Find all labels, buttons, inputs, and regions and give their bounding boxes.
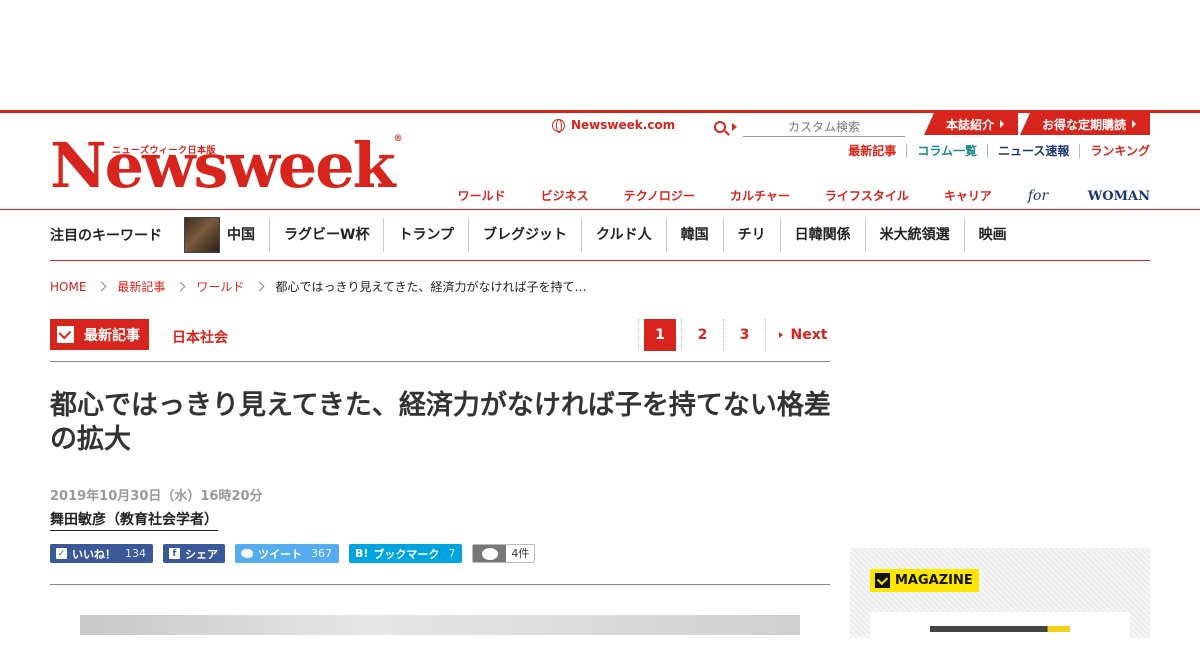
article-hero-image xyxy=(80,615,800,635)
magazine-card[interactable] xyxy=(870,612,1130,652)
keyword-item[interactable]: 日韓関係 xyxy=(781,218,866,252)
check-icon xyxy=(875,573,890,588)
nav-item-business[interactable]: ビジネス xyxy=(541,187,589,204)
tab-subscription[interactable]: お得な定期購読 xyxy=(1019,113,1150,135)
twitter-bird-icon xyxy=(241,549,253,558)
sidebar-magazine: MAGAZINE xyxy=(850,548,1150,652)
next-page-button[interactable]: Next xyxy=(765,319,830,351)
keyword-item[interactable]: チリ xyxy=(724,218,781,252)
facebook-share-label: シェア xyxy=(185,547,218,561)
breadcrumb-world[interactable]: ワールド xyxy=(196,278,244,295)
facebook-like-count: 134 xyxy=(125,547,146,560)
comment-bubble-icon xyxy=(473,545,507,562)
tab-subscription-label: お得な定期購読 xyxy=(1041,117,1126,132)
comments-button[interactable]: 4件 xyxy=(472,544,536,563)
page-3-button[interactable]: 3 xyxy=(723,319,765,351)
page-2-button[interactable]: 2 xyxy=(681,319,723,351)
latest-articles-label: 最新記事 xyxy=(84,327,140,344)
chevron-right-icon xyxy=(175,281,186,292)
arrow-right-icon xyxy=(732,123,737,131)
article-header-rule xyxy=(50,584,830,585)
logo-wordmark: Newsweek xyxy=(50,129,396,202)
logo-kana: ニューズウィーク日本版 xyxy=(112,146,217,156)
tab-magazine-intro[interactable]: 本誌紹介 xyxy=(923,113,1018,135)
newsweek-com-link[interactable]: Newsweek.com xyxy=(552,118,676,133)
keyword-item[interactable]: トランプ xyxy=(384,218,470,252)
keyword-item[interactable]: ブレグジット xyxy=(469,218,583,252)
pagination: 1 2 3 Next xyxy=(638,319,830,351)
util-link-latest[interactable]: 最新記事 xyxy=(838,144,906,158)
breadcrumb: HOME 最新記事 ワールド 都心ではっきり見えてきた、経済力がなければ子を持て… xyxy=(50,278,1150,295)
search-icon[interactable] xyxy=(714,121,726,133)
hatena-bookmark-icon: B! xyxy=(355,547,369,560)
keyword-item[interactable]: 米大統領選 xyxy=(866,218,965,252)
breadcrumb-home[interactable]: HOME xyxy=(50,280,86,294)
keyword-item[interactable]: クルド人 xyxy=(582,218,667,252)
tweet-count: 367 xyxy=(311,547,332,560)
section-bar: 最新記事 日本社会 1 2 3 Next xyxy=(50,318,830,362)
main-nav: ワールド ビジネス テクノロジー カルチャー ライフスタイル キャリア for … xyxy=(423,187,1150,204)
nav-item-lifestyle[interactable]: ライフスタイル xyxy=(825,187,909,204)
keyword-thumbnail[interactable] xyxy=(184,217,220,253)
facebook-like-button[interactable]: ✓ いいね！ 134 xyxy=(50,544,153,563)
nav-item-career[interactable]: キャリア xyxy=(944,187,992,204)
arrow-right-icon xyxy=(1132,120,1136,128)
breadcrumb-latest[interactable]: 最新記事 xyxy=(117,278,165,295)
latest-articles-badge[interactable]: 最新記事 xyxy=(50,319,149,350)
facebook-like-label: いいね！ xyxy=(72,547,116,561)
tweet-label: ツイート xyxy=(258,547,302,561)
util-link-news-flash[interactable]: ニュース速報 xyxy=(986,144,1079,158)
chevron-right-icon xyxy=(254,281,265,292)
globe-icon xyxy=(552,118,565,133)
search-input[interactable] xyxy=(743,117,905,137)
ad-space xyxy=(0,0,1200,110)
logo-registered-mark: ® xyxy=(393,134,403,144)
article-title: 都心ではっきり見えてきた、経済力がなければ子を持てない格差の拡大 xyxy=(50,390,831,455)
facebook-share-button[interactable]: f シェア xyxy=(163,544,225,563)
thumbs-up-icon: ✓ xyxy=(56,548,67,559)
tab-magazine-intro-label: 本誌紹介 xyxy=(945,117,994,132)
newsweek-logo[interactable]: Newsweek® xyxy=(50,135,403,197)
share-buttons: ✓ いいね！ 134 f シェア ツイート 367 B! ブックマーク 7 4件 xyxy=(50,544,536,563)
nav-item-for-woman[interactable]: for WOMAN xyxy=(1028,188,1150,204)
newsweek-com-label: Newsweek.com xyxy=(571,118,676,132)
magazine-label-text: MAGAZINE xyxy=(895,573,973,588)
tweet-button[interactable]: ツイート 367 xyxy=(235,544,339,563)
search-box xyxy=(714,117,905,137)
keyword-item[interactable]: 中国 xyxy=(227,218,270,252)
pagination-divider xyxy=(638,319,639,351)
nav-item-culture[interactable]: カルチャー xyxy=(730,187,790,204)
check-icon xyxy=(57,326,74,343)
facebook-icon: f xyxy=(169,548,180,559)
page-1-button[interactable]: 1 xyxy=(644,319,676,351)
keyword-item[interactable]: 韓国 xyxy=(667,218,724,252)
for-woman-word: WOMAN xyxy=(1087,188,1150,204)
article-date: 2019年10月30日（水）16時20分 xyxy=(50,489,263,504)
trending-keywords: 注目のキーワード 中国 ラグビーW杯 トランプ ブレグジット クルド人 韓国 チ… xyxy=(50,210,1150,261)
article-author[interactable]: 舞田敏彦（教育社会学者） xyxy=(50,509,218,531)
nav-item-technology[interactable]: テクノロジー xyxy=(624,187,695,204)
util-link-columns[interactable]: コラム一覧 xyxy=(906,144,987,158)
bookmark-label: ブックマーク xyxy=(373,547,440,561)
bookmark-count: 7 xyxy=(448,547,456,560)
nav-item-world[interactable]: ワールド xyxy=(458,187,506,204)
promo-tabs: 本誌紹介 お得な定期購読 xyxy=(923,113,1150,135)
magazine-label: MAGAZINE xyxy=(870,569,979,592)
chevron-right-icon xyxy=(96,281,107,292)
util-link-ranking[interactable]: ランキング xyxy=(1079,144,1150,158)
comment-count: 4件 xyxy=(511,547,530,560)
keyword-item[interactable]: ラグビーW杯 xyxy=(270,218,385,252)
breadcrumb-current: 都心ではっきり見えてきた、経済力がなければ子を持て… xyxy=(275,280,587,294)
keywords-title: 注目のキーワード xyxy=(50,228,162,244)
utility-links: 最新記事 コラム一覧 ニュース速報 ランキング xyxy=(838,144,1150,158)
keyword-item[interactable]: 映画 xyxy=(965,218,1021,252)
category-link[interactable]: 日本社会 xyxy=(172,327,228,347)
site-header: Newsweek® ニューズウィーク日本版 Newsweek.com 本誌紹介 … xyxy=(0,113,1200,209)
next-page-label: Next xyxy=(790,327,828,343)
arrow-right-icon xyxy=(778,332,783,338)
magazine-cover-image xyxy=(930,626,1070,632)
arrow-right-icon xyxy=(999,120,1004,128)
hatena-bookmark-button[interactable]: B! ブックマーク 7 xyxy=(349,544,463,563)
for-woman-prefix: for xyxy=(1027,187,1049,204)
